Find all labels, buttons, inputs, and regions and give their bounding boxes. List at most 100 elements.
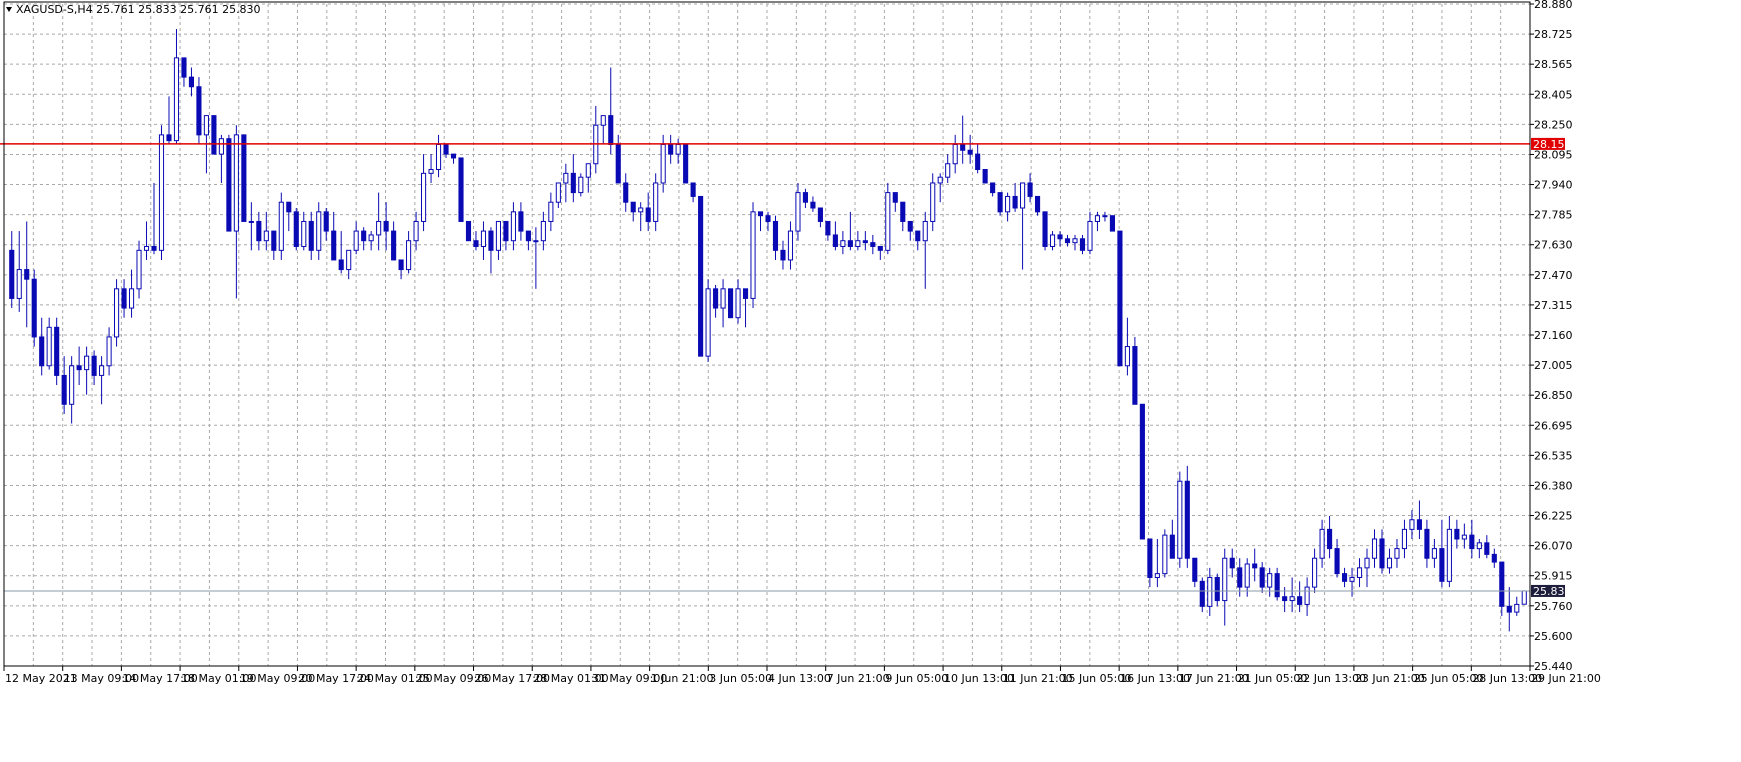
candle-body-up bbox=[563, 172, 569, 184]
candle-body-up bbox=[1394, 548, 1400, 559]
candle-body-down bbox=[870, 242, 876, 247]
candle-body-down bbox=[1139, 403, 1145, 540]
candle-body-down bbox=[630, 201, 636, 213]
x-tick-label: 1 Jun 21:00 bbox=[651, 672, 714, 685]
candle-body-down bbox=[1132, 346, 1138, 405]
candle-body-up bbox=[585, 163, 591, 178]
candle-body-down bbox=[1192, 557, 1198, 582]
candle-body-down bbox=[1327, 528, 1333, 550]
chart-header: XAGUSD-S,H4 25.761 25.833 25.761 25.830 bbox=[6, 3, 261, 16]
price-axis[interactable]: 28.880 28.725 28.565 28.405 28.250 28.095 27.9… bbox=[1530, 0, 1573, 673]
x-tick-label: 7 Jun 21:00 bbox=[827, 672, 890, 685]
y-tick-label: 28.250 bbox=[1534, 118, 1573, 131]
candle-body-down bbox=[915, 230, 921, 242]
candle-body-down bbox=[960, 143, 966, 151]
candle-body-up bbox=[346, 249, 352, 271]
candle-body-down bbox=[24, 269, 30, 280]
candle-body-down bbox=[862, 240, 868, 244]
candle-body-down bbox=[181, 57, 187, 78]
y-tick-label: 28.725 bbox=[1534, 28, 1573, 41]
candle-body-down bbox=[1057, 234, 1063, 240]
candle-body-down bbox=[765, 215, 771, 222]
candle-body-up bbox=[720, 288, 726, 309]
candle-body-up bbox=[922, 220, 928, 242]
candle-body-down bbox=[473, 240, 479, 247]
candle bbox=[728, 288, 734, 319]
candle-body-down bbox=[690, 182, 696, 197]
candle-body-up bbox=[136, 249, 142, 290]
candle-body-down bbox=[1034, 195, 1041, 213]
candle-body-down bbox=[975, 153, 981, 170]
candle-body-down bbox=[1424, 528, 1430, 559]
candle-body-down bbox=[196, 86, 202, 136]
candle bbox=[278, 192, 284, 260]
candle-body-down bbox=[188, 76, 195, 88]
candle-body-up bbox=[1094, 215, 1101, 222]
candle bbox=[241, 134, 247, 222]
candle-body-up bbox=[84, 355, 90, 371]
y-tick-label: 26.225 bbox=[1534, 510, 1573, 523]
y-tick-label: 27.785 bbox=[1534, 209, 1573, 222]
price-chart[interactable]: 28.15325.830 28.88028.72528.56528.40528.… bbox=[0, 0, 1741, 762]
candle-body-up bbox=[316, 211, 322, 251]
chart-background bbox=[0, 0, 1741, 762]
candle-body-up bbox=[16, 269, 22, 299]
y-tick-label: 27.940 bbox=[1534, 179, 1573, 192]
candle-body-down bbox=[286, 201, 292, 213]
candle-body-up bbox=[1319, 528, 1325, 559]
candle-body-up bbox=[1124, 346, 1130, 367]
candle bbox=[578, 173, 584, 197]
candle-body-down bbox=[443, 143, 449, 155]
candle bbox=[465, 220, 472, 242]
candle-body-down bbox=[802, 192, 808, 203]
y-tick-label: 27.630 bbox=[1534, 239, 1573, 252]
symbol-info: XAGUSD-S,H4 25.761 25.833 25.761 25.830 bbox=[16, 3, 261, 16]
candle-body-up bbox=[263, 230, 269, 242]
candle-body-down bbox=[488, 230, 494, 251]
candle-body-down bbox=[39, 336, 45, 367]
candle-body-up bbox=[510, 211, 516, 242]
candle-body-down bbox=[518, 211, 524, 232]
candle-body-down bbox=[1259, 567, 1265, 588]
candle-body-down bbox=[668, 143, 674, 155]
candle-body-up bbox=[840, 240, 846, 247]
candle-body-down bbox=[293, 211, 299, 247]
candle-body-up bbox=[1102, 215, 1108, 218]
candle-body-up bbox=[952, 143, 958, 165]
candle-body-down bbox=[1199, 580, 1205, 607]
candle-body-up bbox=[428, 169, 434, 174]
candle-body-down bbox=[817, 207, 823, 222]
candle-body-down bbox=[331, 230, 337, 261]
candle-body-down bbox=[1109, 215, 1115, 232]
candle bbox=[1162, 529, 1168, 578]
candle-body-down bbox=[338, 259, 344, 271]
candle-body-up bbox=[705, 288, 711, 357]
candle-body-up bbox=[855, 240, 861, 247]
candle-body-down bbox=[900, 201, 906, 222]
candle bbox=[211, 115, 217, 155]
candle-body-up bbox=[435, 143, 442, 171]
candle-body-down bbox=[1274, 573, 1280, 598]
candle-body-up bbox=[1312, 557, 1318, 588]
x-tick-label: 3 Jun 05:00 bbox=[709, 672, 772, 685]
candle-body-up bbox=[158, 134, 165, 251]
candle-body-up bbox=[413, 220, 419, 242]
candle bbox=[1177, 471, 1183, 568]
candle bbox=[114, 279, 120, 347]
candle-body-down bbox=[323, 211, 329, 232]
candle-body-down bbox=[383, 220, 389, 232]
candle-body-down bbox=[31, 278, 37, 338]
candle-body-up bbox=[675, 143, 681, 155]
candle-body-up bbox=[600, 115, 606, 126]
candle-body-up bbox=[930, 182, 936, 222]
candle-body-down bbox=[967, 149, 973, 155]
x-tick-label: 29 Jun 21:00 bbox=[1531, 672, 1601, 685]
candle-body-down bbox=[271, 230, 277, 251]
candle-body-down bbox=[166, 134, 172, 142]
candle-body-up bbox=[1446, 528, 1452, 582]
candle-body-up bbox=[1461, 534, 1467, 540]
candle-body-down bbox=[623, 182, 629, 203]
y-tick-label: 28.405 bbox=[1534, 88, 1573, 101]
candle-body-up bbox=[1049, 234, 1056, 247]
candle bbox=[1184, 465, 1190, 568]
